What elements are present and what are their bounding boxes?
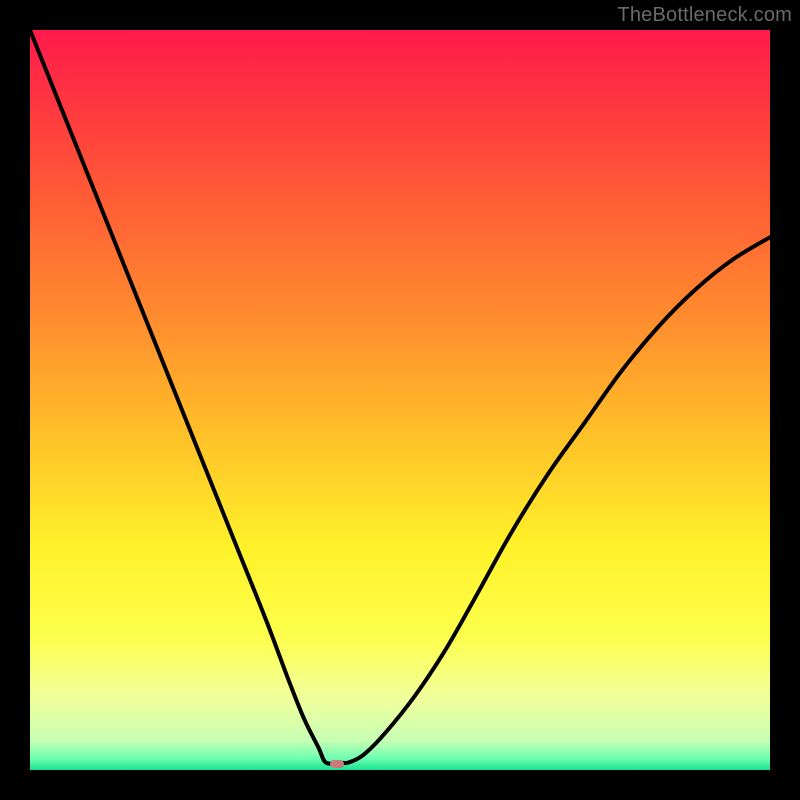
- plot-area: [30, 30, 770, 770]
- chart-frame: TheBottleneck.com: [0, 0, 800, 800]
- trough-marker: [330, 760, 345, 767]
- watermark-text: TheBottleneck.com: [617, 4, 792, 27]
- bottleneck-curve: [30, 30, 770, 770]
